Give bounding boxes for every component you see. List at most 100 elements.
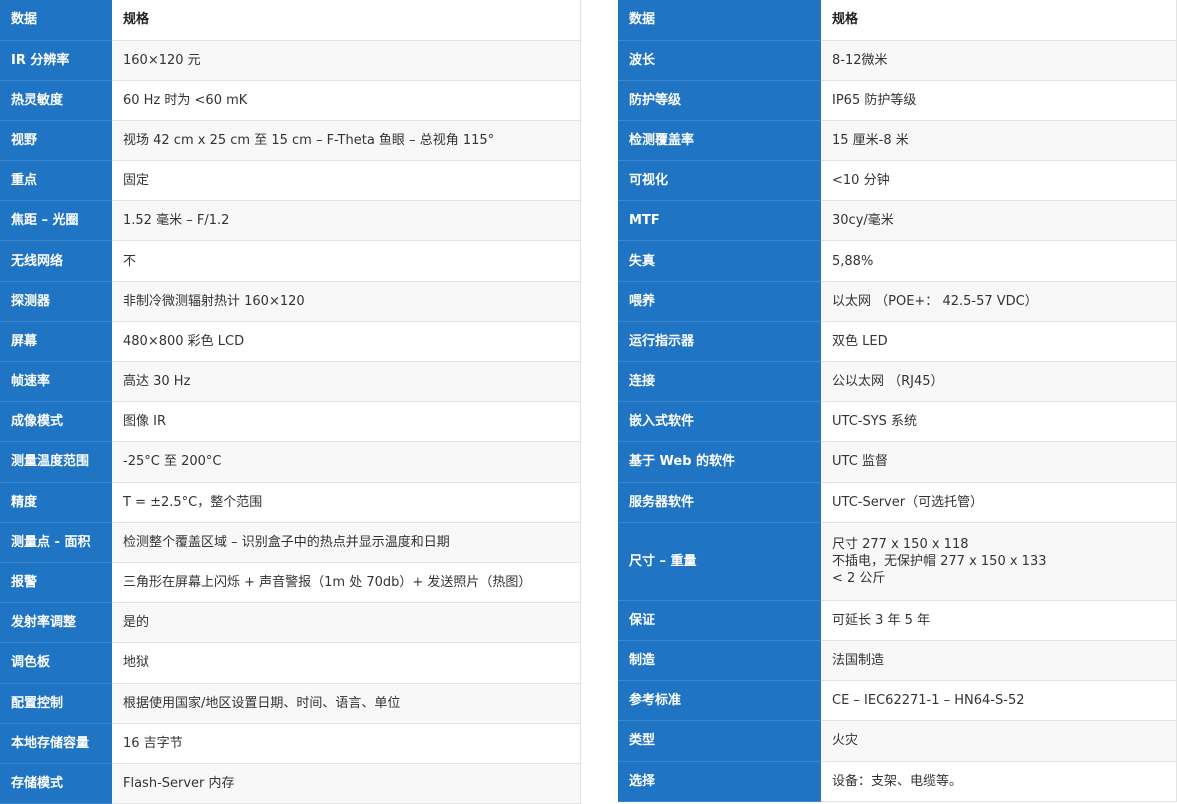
table-row: 可视化 <10 分钟: [618, 160, 1177, 202]
table-row: 检测覆盖率 15 厘米-8 米: [618, 120, 1177, 162]
row-value: 非制冷微测辐射热计 160×120: [112, 281, 581, 322]
row-value: Flash-Server 内存: [112, 763, 581, 804]
row-label: 基于 Web 的软件: [618, 441, 821, 483]
header-key: 数据: [0, 0, 112, 41]
table-row: 报警 三角形在屏幕上闪烁 + 声音警报（1m 处 70db）+ 发送照片（热图）: [0, 562, 581, 604]
row-value: 可延长 3 年 5 年: [821, 600, 1177, 641]
table-row: 防护等级 IP65 防护等级: [618, 80, 1177, 121]
row-label: 精度: [0, 482, 112, 523]
row-label: 存储模式: [0, 763, 112, 804]
table-row: MTF 30cy/毫米: [618, 200, 1177, 242]
row-value: 是的: [112, 602, 581, 644]
row-value: 5,88%: [821, 240, 1177, 282]
row-label: 服务器软件: [618, 482, 821, 523]
table-row: 尺寸 – 重量 尺寸 277 x 150 x 118 不插电，无保护帽 277 x …: [618, 522, 1177, 601]
table-row: 视野 视场 42 cm x 25 cm 至 15 cm – F-Theta 鱼眼 …: [0, 120, 581, 162]
row-label: 类型: [618, 720, 821, 762]
row-label: 帧速率: [0, 361, 112, 403]
table-row: 服务器软件 UTC-Server（可选托管）: [618, 482, 1177, 523]
row-label: 配置控制: [0, 683, 112, 724]
table-row: 选择 设备：支架、电缆等。: [618, 761, 1177, 802]
table-row: 喂养 以太网 （POE+： 42.5-57 VDC）: [618, 281, 1177, 322]
row-label: 保证: [618, 600, 821, 641]
row-value: 火灾: [821, 720, 1177, 762]
row-value-line: < 2 公斤: [832, 570, 886, 586]
row-label: 本地存储容量: [0, 723, 112, 764]
row-label: 喂养: [618, 281, 821, 322]
row-value: 公以太网 （RJ45）: [821, 361, 1177, 403]
row-label: 失真: [618, 240, 821, 282]
row-label: 视野: [0, 120, 112, 162]
row-value: 8-12微米: [821, 40, 1177, 81]
row-value: 双色 LED: [821, 321, 1177, 363]
row-value: -25°C 至 200°C: [112, 441, 581, 483]
row-label: 热灵敏度: [0, 80, 112, 121]
row-value: 图像 IR: [112, 401, 581, 443]
row-value: 法国制造: [821, 640, 1177, 682]
row-label: MTF: [618, 200, 821, 242]
row-label: 可视化: [618, 160, 821, 202]
spec-table-left: 数据 规格 IR 分辨率 160×120 元热灵敏度 60 Hz 时为 <60 mK…: [0, 0, 581, 804]
table-row: 失真 5,88%: [618, 240, 1177, 282]
table-row: 本地存储容量 16 吉字节: [0, 723, 581, 764]
table-row: 帧速率 高达 30 Hz: [0, 361, 581, 403]
table-row: 测量温度范围 -25°C 至 200°C: [0, 441, 581, 483]
row-value: 480×800 彩色 LCD: [112, 321, 581, 363]
table-row: 嵌入式软件 UTC-SYS 系统: [618, 401, 1177, 443]
table-row: 焦距 – 光圈 1.52 毫米 – F/1.2: [0, 200, 581, 242]
row-value: 1.52 毫米 – F/1.2: [112, 200, 581, 242]
row-value-line: 尺寸 277 x 150 x 118: [832, 536, 969, 552]
row-label: 制造: [618, 640, 821, 682]
row-label: 测量点 - 面积: [0, 522, 112, 563]
row-value-line: 不插电，无保护帽 277 x 150 x 133: [832, 553, 1047, 569]
row-value: IP65 防护等级: [821, 80, 1177, 121]
row-label: 参考标准: [618, 680, 821, 722]
row-label: 调色板: [0, 642, 112, 684]
table-row: 制造 法国制造: [618, 640, 1177, 682]
table-row: 基于 Web 的软件 UTC 监督: [618, 441, 1177, 483]
row-value: 15 厘米-8 米: [821, 120, 1177, 162]
row-label: 测量温度范围: [0, 441, 112, 483]
row-value: 地狱: [112, 642, 581, 684]
row-value: 视场 42 cm x 25 cm 至 15 cm – F-Theta 鱼眼 – …: [112, 120, 581, 162]
row-value: 30cy/毫米: [821, 200, 1177, 242]
row-label: 屏幕: [0, 321, 112, 363]
row-value: UTC-Server（可选托管）: [821, 482, 1177, 523]
row-value: UTC-SYS 系统: [821, 401, 1177, 443]
row-value: <10 分钟: [821, 160, 1177, 202]
header-value: 规格: [112, 0, 581, 41]
row-label: 成像模式: [0, 401, 112, 443]
table-row: 屏幕 480×800 彩色 LCD: [0, 321, 581, 363]
table-row: 探测器 非制冷微测辐射热计 160×120: [0, 281, 581, 322]
row-label: 防护等级: [618, 80, 821, 121]
row-value: 高达 30 Hz: [112, 361, 581, 403]
row-label: 报警: [0, 562, 112, 604]
row-value: UTC 监督: [821, 441, 1177, 483]
row-label: 焦距 – 光圈: [0, 200, 112, 242]
table-row: 测量点 - 面积 检测整个覆盖区域 – 识别盒子中的热点并显示温度和日期: [0, 522, 581, 563]
row-value: 16 吉字节: [112, 723, 581, 764]
table-row: 连接 公以太网 （RJ45）: [618, 361, 1177, 403]
row-value: CE – IEC62271-1 – HN64-S-52: [821, 680, 1177, 722]
table-row: 精度 T = ±2.5°C，整个范围: [0, 482, 581, 523]
table-row: 成像模式 图像 IR: [0, 401, 581, 443]
row-label: 尺寸 – 重量: [618, 522, 821, 601]
row-label: 无线网络: [0, 240, 112, 282]
row-label: IR 分辨率: [0, 40, 112, 81]
row-value: 以太网 （POE+： 42.5-57 VDC）: [821, 281, 1177, 322]
row-label: 发射率调整: [0, 602, 112, 644]
table-row: 重点 固定: [0, 160, 581, 202]
row-value: 160×120 元: [112, 40, 581, 81]
table-header-row: 数据 规格: [618, 0, 1177, 41]
row-value: T = ±2.5°C，整个范围: [112, 482, 581, 523]
table-row: 配置控制 根据使用国家/地区设置日期、时间、语言、单位: [0, 683, 581, 724]
row-value: 60 Hz 时为 <60 mK: [112, 80, 581, 121]
table-row: 参考标准 CE – IEC62271-1 – HN64-S-52: [618, 680, 1177, 722]
row-value: 三角形在屏幕上闪烁 + 声音警报（1m 处 70db）+ 发送照片（热图）: [112, 562, 581, 604]
row-label: 波长: [618, 40, 821, 81]
table-row: 运行指示器 双色 LED: [618, 321, 1177, 363]
row-label: 连接: [618, 361, 821, 403]
row-value: 尺寸 277 x 150 x 118 不插电，无保护帽 277 x 150 x 1…: [821, 522, 1177, 601]
table-header-row: 数据 规格: [0, 0, 581, 41]
row-value: 根据使用国家/地区设置日期、时间、语言、单位: [112, 683, 581, 724]
